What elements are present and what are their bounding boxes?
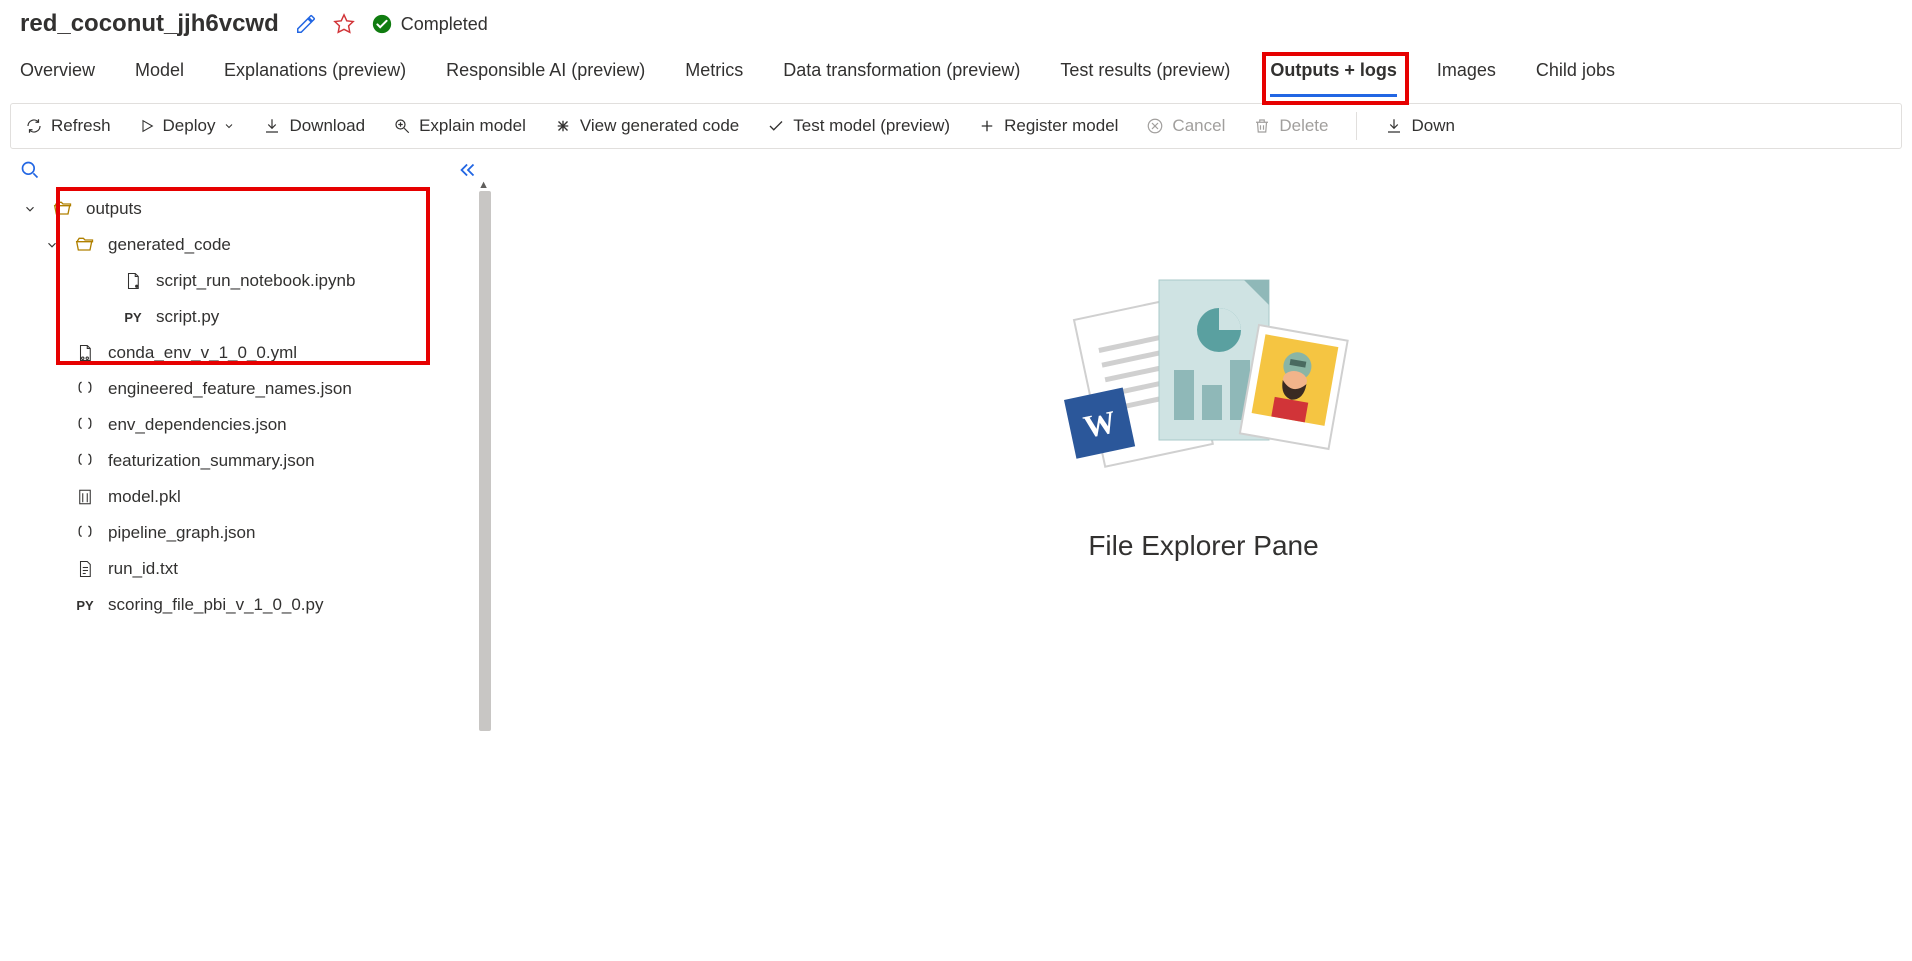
tree-label: model.pkl <box>108 487 181 507</box>
edit-icon[interactable] <box>295 13 317 35</box>
delete-button: Delete <box>1253 116 1328 136</box>
file-tree-sidebar: ▲ outputs generated_code script_run_no <box>0 149 495 623</box>
folder-open-icon <box>52 199 74 219</box>
binary-file-icon <box>74 488 96 506</box>
view-generated-code-button[interactable]: View generated code <box>554 116 739 136</box>
tab-images[interactable]: Images <box>1437 60 1496 95</box>
tab-test-results[interactable]: Test results (preview) <box>1060 60 1230 95</box>
py-file-icon: PY <box>122 310 144 325</box>
tree-label: conda_env_v_1_0_0.yml <box>108 343 297 363</box>
search-icon[interactable] <box>20 160 40 180</box>
job-header: red_coconut_jjh6vcwd Completed <box>0 0 1912 48</box>
tree-file-scriptpy[interactable]: PY script.py <box>0 299 495 335</box>
download-all-button[interactable]: Down <box>1385 116 1454 136</box>
tree-label: outputs <box>86 199 142 219</box>
tab-model[interactable]: Model <box>135 60 184 95</box>
json-icon <box>74 415 96 435</box>
status-badge: Completed <box>371 13 488 35</box>
py-file-icon: PY <box>74 598 96 613</box>
tree-file-notebook[interactable]: script_run_notebook.ipynb <box>0 263 495 299</box>
tree-folder-generated-code[interactable]: generated_code <box>0 227 495 263</box>
tree-label: run_id.txt <box>108 559 178 579</box>
tab-metrics[interactable]: Metrics <box>685 60 743 95</box>
tab-child-jobs[interactable]: Child jobs <box>1536 60 1615 95</box>
toolbar-divider <box>1356 112 1357 140</box>
tree-file-env-dep[interactable]: env_dependencies.json <box>0 407 495 443</box>
job-title: red_coconut_jjh6vcwd <box>20 10 279 38</box>
status-text: Completed <box>401 14 488 35</box>
test-model-button[interactable]: Test model (preview) <box>767 116 950 136</box>
text-file-icon <box>74 560 96 578</box>
file-explorer-illustration: W <box>1044 270 1364 500</box>
tab-bar: Overview Model Explanations (preview) Re… <box>0 48 1912 95</box>
tree-label: scoring_file_pbi_v_1_0_0.py <box>108 595 324 615</box>
collapse-panel-icon[interactable] <box>457 159 479 181</box>
scrollbar-thumb[interactable] <box>479 191 491 731</box>
deploy-button[interactable]: Deploy <box>139 116 236 136</box>
tree-label: engineered_feature_names.json <box>108 379 352 399</box>
file-tree: ▲ outputs generated_code script_run_no <box>0 187 495 623</box>
tree-file-feat-sum[interactable]: featurization_summary.json <box>0 443 495 479</box>
json-icon <box>74 523 96 543</box>
tree-label: generated_code <box>108 235 231 255</box>
tree-file-eng-feat[interactable]: engineered_feature_names.json <box>0 371 495 407</box>
tree-file-model[interactable]: model.pkl <box>0 479 495 515</box>
tree-file-conda[interactable]: conda_env_v_1_0_0.yml <box>0 335 495 371</box>
cancel-button: Cancel <box>1146 116 1225 136</box>
chevron-down-icon <box>223 120 235 132</box>
file-notebook-icon <box>122 272 144 290</box>
scroll-up-icon[interactable]: ▲ <box>478 179 489 191</box>
main-title: File Explorer Pane <box>1088 530 1318 562</box>
tree-file-scoring[interactable]: PY scoring_file_pbi_v_1_0_0.py <box>0 587 495 623</box>
tree-label: env_dependencies.json <box>108 415 287 435</box>
json-icon <box>74 451 96 471</box>
json-icon <box>74 379 96 399</box>
tab-overview[interactable]: Overview <box>20 60 95 95</box>
tree-label: pipeline_graph.json <box>108 523 255 543</box>
tree-label: featurization_summary.json <box>108 451 315 471</box>
main-content: W <box>495 149 1912 623</box>
refresh-button[interactable]: Refresh <box>25 116 111 136</box>
tree-folder-outputs[interactable]: outputs <box>0 191 495 227</box>
download-button[interactable]: Download <box>263 116 365 136</box>
tree-file-pipeline[interactable]: pipeline_graph.json <box>0 515 495 551</box>
tab-responsible-ai[interactable]: Responsible AI (preview) <box>446 60 645 95</box>
tree-label: script.py <box>156 307 219 327</box>
tab-outputs-logs[interactable]: Outputs + logs <box>1270 60 1397 95</box>
folder-open-icon <box>74 235 96 255</box>
register-model-button[interactable]: Register model <box>978 116 1118 136</box>
tree-label: script_run_notebook.ipynb <box>156 271 355 291</box>
explain-model-button[interactable]: Explain model <box>393 116 526 136</box>
tree-file-runid[interactable]: run_id.txt <box>0 551 495 587</box>
tab-data-transformation[interactable]: Data transformation (preview) <box>783 60 1020 95</box>
file-icon <box>74 344 96 362</box>
tab-explanations[interactable]: Explanations (preview) <box>224 60 406 95</box>
star-icon[interactable] <box>333 13 355 35</box>
toolbar: Refresh Deploy Download Explain model Vi… <box>10 103 1902 149</box>
